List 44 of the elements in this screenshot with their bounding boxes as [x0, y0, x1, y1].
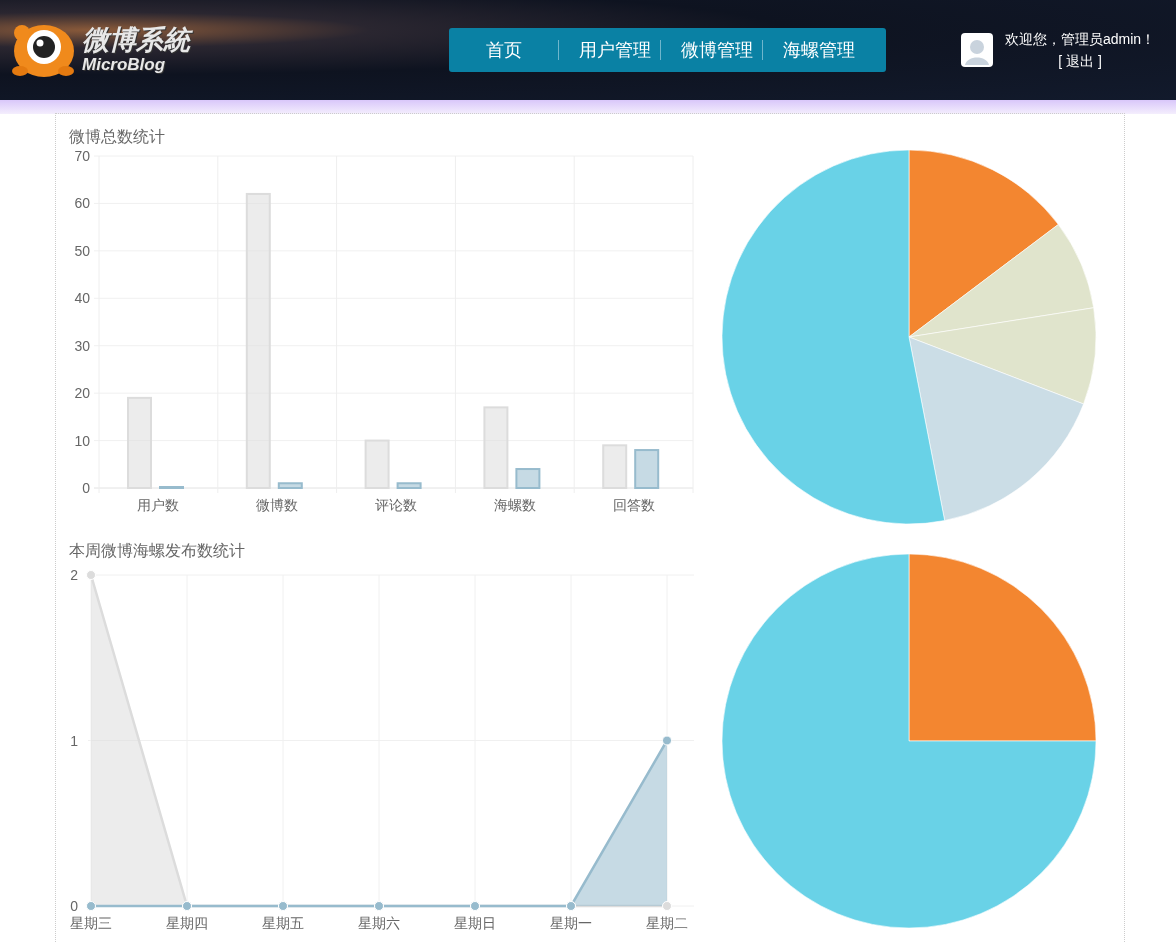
axis-tick-label: 50: [74, 242, 90, 259]
axis-category-label: 星期五: [262, 915, 304, 931]
data-point: [662, 901, 672, 911]
axis-tick-label: 40: [74, 290, 90, 307]
axis-category-label: 星期二: [646, 915, 688, 931]
axis-category-label: 星期日: [454, 915, 496, 931]
axis-category-label: 评论数: [375, 497, 417, 513]
axis-tick-label: 1: [70, 732, 78, 749]
axis-tick-label: 60: [74, 195, 90, 212]
axis-category-label: 回答数: [612, 497, 655, 513]
bar: [396, 482, 422, 489]
axis-category-label: 星期四: [166, 915, 208, 931]
logout-link[interactable]: [ 退出 ]: [1058, 50, 1102, 72]
axis-tick-label: 2: [70, 567, 78, 583]
bar: [159, 486, 184, 489]
nav-link[interactable]: 微博管理: [660, 40, 762, 60]
nav-link[interactable]: 首页: [449, 40, 558, 60]
axis-category-label: 用户数: [137, 497, 180, 513]
welcome-text: 欢迎您，管理员admin！: [1005, 30, 1156, 49]
axis-tick-label: 20: [74, 385, 90, 402]
chart-title: 微博总数统计: [69, 127, 166, 147]
bar: [634, 449, 660, 489]
bar: [515, 468, 541, 489]
avatar-icon: [961, 33, 993, 67]
axis-category-label: 星期一: [550, 915, 592, 931]
data-point: [86, 570, 96, 580]
bar: [364, 439, 390, 489]
axis-category-label: 微博数: [256, 497, 299, 513]
chart-title: 本周微博海螺发布数统计: [69, 541, 246, 561]
logo-subtitle: MicroBlog: [82, 55, 167, 75]
axis-tick-label: 0: [82, 480, 90, 496]
bar: [277, 482, 303, 489]
axis-category-label: 星期三: [70, 915, 112, 931]
data-point: [662, 735, 672, 746]
bar: [602, 444, 628, 489]
nav-link[interactable]: 用户管理: [558, 40, 660, 60]
axis-category-label: 星期六: [358, 915, 400, 931]
data-point: [86, 901, 96, 911]
axis-tick-label: 0: [70, 898, 78, 914]
nav-link[interactable]: 海螺管理: [762, 40, 864, 60]
axis-tick-label: 10: [74, 432, 90, 449]
axis-tick-label: 30: [74, 337, 90, 354]
axis-category-label: 海螺数: [493, 497, 536, 513]
axis-tick-label: 70: [74, 148, 90, 164]
